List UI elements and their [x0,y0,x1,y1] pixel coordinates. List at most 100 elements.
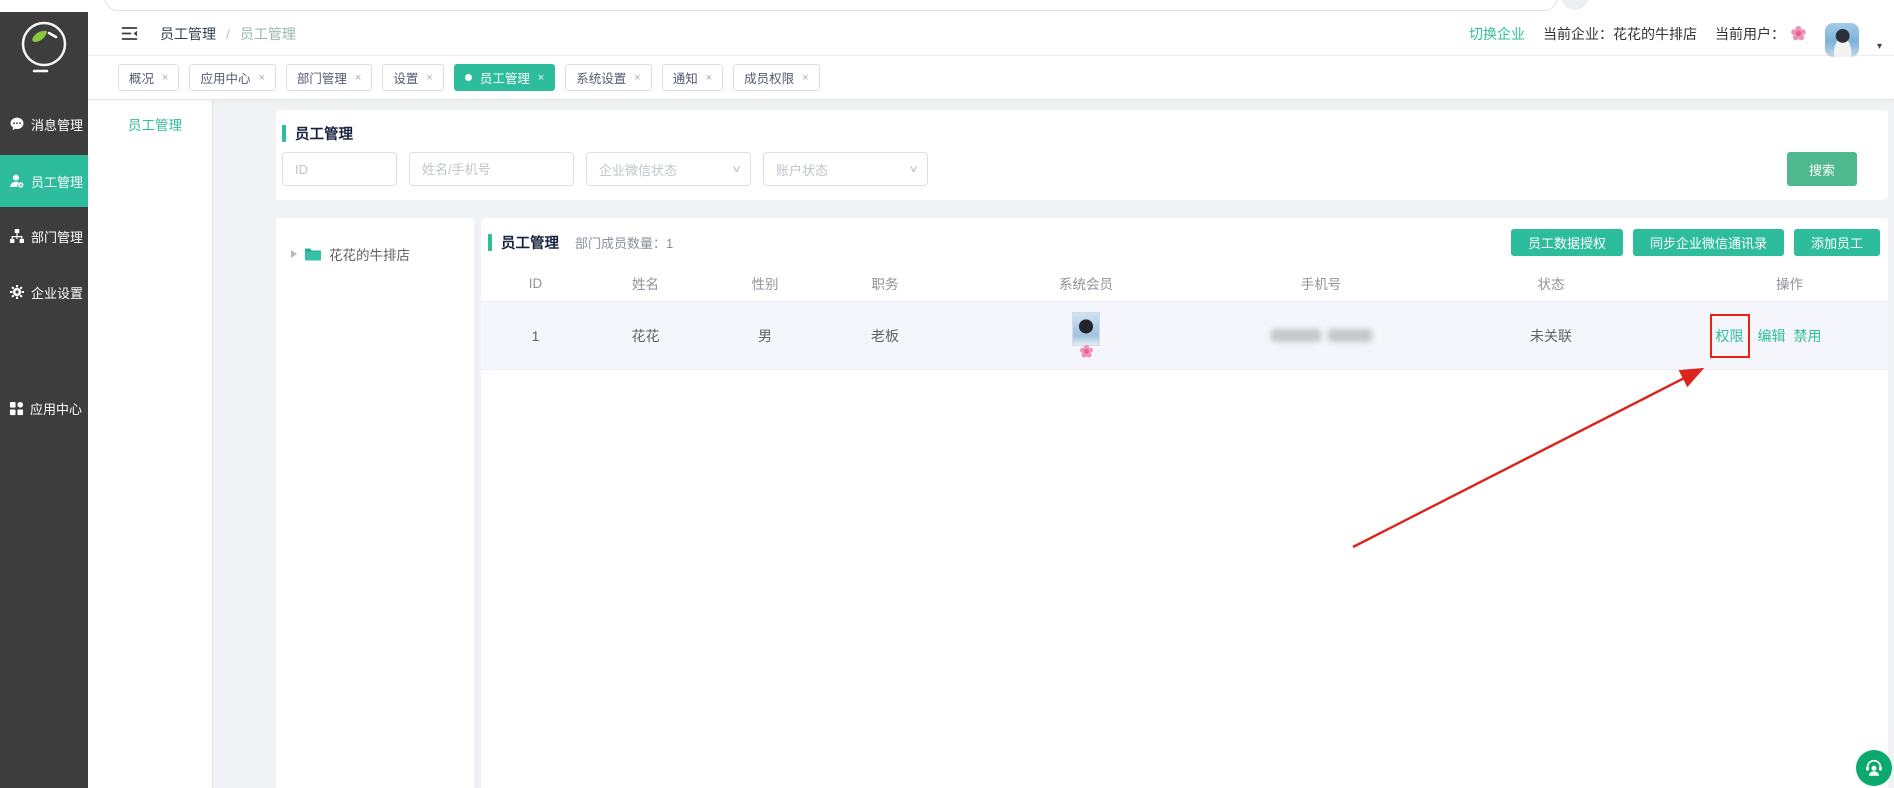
tab-departments[interactable]: 部门管理× [286,64,372,91]
tab-employees-active[interactable]: 员工管理× [454,64,555,91]
search-button[interactable]: 搜索 [1787,152,1857,186]
row-actions: 权限 编辑 禁用 [1691,314,1888,358]
close-icon[interactable]: × [258,72,264,84]
add-employee-button[interactable]: 添加员工 [1794,229,1880,256]
folder-icon [304,247,322,262]
browser-avatar-remnant [1562,0,1588,10]
member-count: 部门成员数量：1 [575,233,673,252]
col-header-job: 职务 [829,273,941,293]
account-status-select[interactable]: 账户状态 ∨ [763,152,928,186]
sidebar-item-app-center[interactable]: 应用中心 [0,386,88,430]
breadcrumb-level1[interactable]: 员工管理 [160,24,216,44]
col-header-id: ID [481,276,590,291]
employee-icon [9,173,25,189]
org-icon [9,228,25,244]
tab-system-settings[interactable]: 系统设置× [565,64,651,91]
tab-app-center[interactable]: 应用中心× [189,64,275,91]
sidebar-item-departments[interactable]: 部门管理 [0,214,88,258]
col-header-name: 姓名 [590,273,701,293]
permission-link[interactable]: 权限 [1716,328,1744,344]
sidebar-item-employees[interactable]: 员工管理 [0,155,88,207]
close-icon[interactable]: × [162,72,168,84]
chevron-down-icon: ∨ [731,164,741,175]
app-logo [0,18,88,76]
row-id: 1 [481,328,590,344]
col-header-member: 系统会员 [941,273,1231,293]
employee-panel-title: 员工管理 [488,232,559,253]
tab-notifications[interactable]: 通知× [662,64,723,91]
current-user: 当前用户： [1715,24,1807,44]
col-header-phone: 手机号 [1231,273,1411,293]
current-user-label: 当前用户： [1715,24,1785,44]
current-company: 当前企业：花花的牛排店 [1543,24,1697,44]
row-phone-redacted [1231,329,1411,342]
wechat-status-select[interactable]: 企业微信状态 ∨ [586,152,751,186]
tab-member-permissions[interactable]: 成员权限× [733,64,819,91]
phone-blur [1271,329,1372,342]
sidebar-item-label: 应用中心 [30,399,82,418]
headset-icon [1863,757,1885,779]
sync-wechat-contacts-button[interactable]: 同步企业微信通讯录 [1633,229,1784,256]
browser-edge-strip [0,0,1894,12]
title-accent-bar [282,125,286,142]
main-content: 员工管理 企业微信状态 ∨ 账户状态 ∨ 搜索 [213,100,1894,788]
employee-table-panel: 员工管理 部门成员数量：1 员工数据授权 同步企业微信通讯录 添加员工 ID 姓… [481,218,1888,788]
chevron-down-icon: ∨ [908,164,918,175]
search-panel-title: 员工管理 [276,110,1888,144]
sidebar-item-label: 部门管理 [31,227,83,246]
annotation-red-box: 权限 [1710,314,1750,358]
id-input[interactable] [282,152,397,186]
sidebar-item-label: 消息管理 [31,115,83,134]
user-avatar[interactable] [1825,23,1859,57]
close-icon[interactable]: × [802,72,808,84]
table-header-row: ID 姓名 性别 职务 系统会员 手机号 状态 操作 [481,265,1888,302]
close-icon[interactable]: × [538,72,544,84]
close-icon[interactable]: × [634,72,640,84]
table-row: 1 花花 男 老板 [481,302,1888,370]
name-phone-input[interactable] [409,152,574,186]
sidebar-item-messages[interactable]: 消息管理 [0,102,88,146]
admin-app: 消息管理 员工管理 部门管理 [0,0,1894,788]
close-icon[interactable]: × [355,72,361,84]
row-job: 老板 [829,326,941,346]
tab-overview[interactable]: 概况× [118,64,179,91]
sidebar-item-company-settings[interactable]: 企业设置 [0,270,88,314]
gear-icon [9,284,25,300]
row-status: 未关联 [1411,326,1691,346]
disable-link[interactable]: 禁用 [1794,326,1822,346]
breadcrumb-level2: 员工管理 [240,24,296,44]
secondary-sidebar: 员工管理 [88,100,213,788]
tab-settings[interactable]: 设置× [382,64,443,91]
open-tabs-bar: 概况× 应用中心× 部门管理× 设置× 员工管理× 系统设置× 通知× 成员权限… [88,56,1894,100]
search-panel: 员工管理 企业微信状态 ∨ 账户状态 ∨ 搜索 [276,110,1888,200]
collapse-menu-icon[interactable] [121,26,138,41]
employee-toolbar: 员工数据授权 同步企业微信通讯录 添加员工 [1511,229,1880,256]
col-header-gender: 性别 [701,273,829,293]
title-accent-bar [488,234,492,251]
employee-data-authorize-button[interactable]: 员工数据授权 [1511,229,1623,256]
tree-node-label: 花花的牛排店 [329,244,410,264]
row-name: 花花 [590,326,701,346]
customer-service-button[interactable] [1856,750,1892,786]
edit-link[interactable]: 编辑 [1758,326,1786,346]
close-icon[interactable]: × [706,72,712,84]
breadcrumb-separator: / [226,26,230,42]
row-gender: 男 [701,326,829,346]
breadcrumb: 员工管理 / 员工管理 [160,24,296,44]
col-header-status: 状态 [1411,273,1691,293]
tree-node-company[interactable]: 花花的牛排店 [276,218,474,264]
browser-urlbar-remnant [104,0,1558,11]
main-sidebar: 消息管理 员工管理 部门管理 [0,12,88,788]
member-avatar[interactable] [1072,312,1100,346]
switch-company-link[interactable]: 切换企业 [1469,24,1525,44]
apps-icon [9,401,24,416]
tree-expand-caret-icon[interactable] [291,250,297,258]
avatar-caret-icon[interactable]: ▾ [1877,41,1882,52]
close-icon[interactable]: × [426,72,432,84]
logo-icon [16,18,72,76]
header-right: 切换企业 当前企业：花花的牛排店 当前用户： ▾ [1469,11,1882,57]
employee-panel-header: 员工管理 部门成员数量：1 员工数据授权 同步企业微信通讯录 添加员工 [488,228,1880,256]
row-member [941,312,1231,359]
app-header: 员工管理 / 员工管理 切换企业 当前企业：花花的牛排店 当前用户： ▾ [88,12,1894,56]
submenu-item-employees[interactable]: 员工管理 [88,114,212,134]
